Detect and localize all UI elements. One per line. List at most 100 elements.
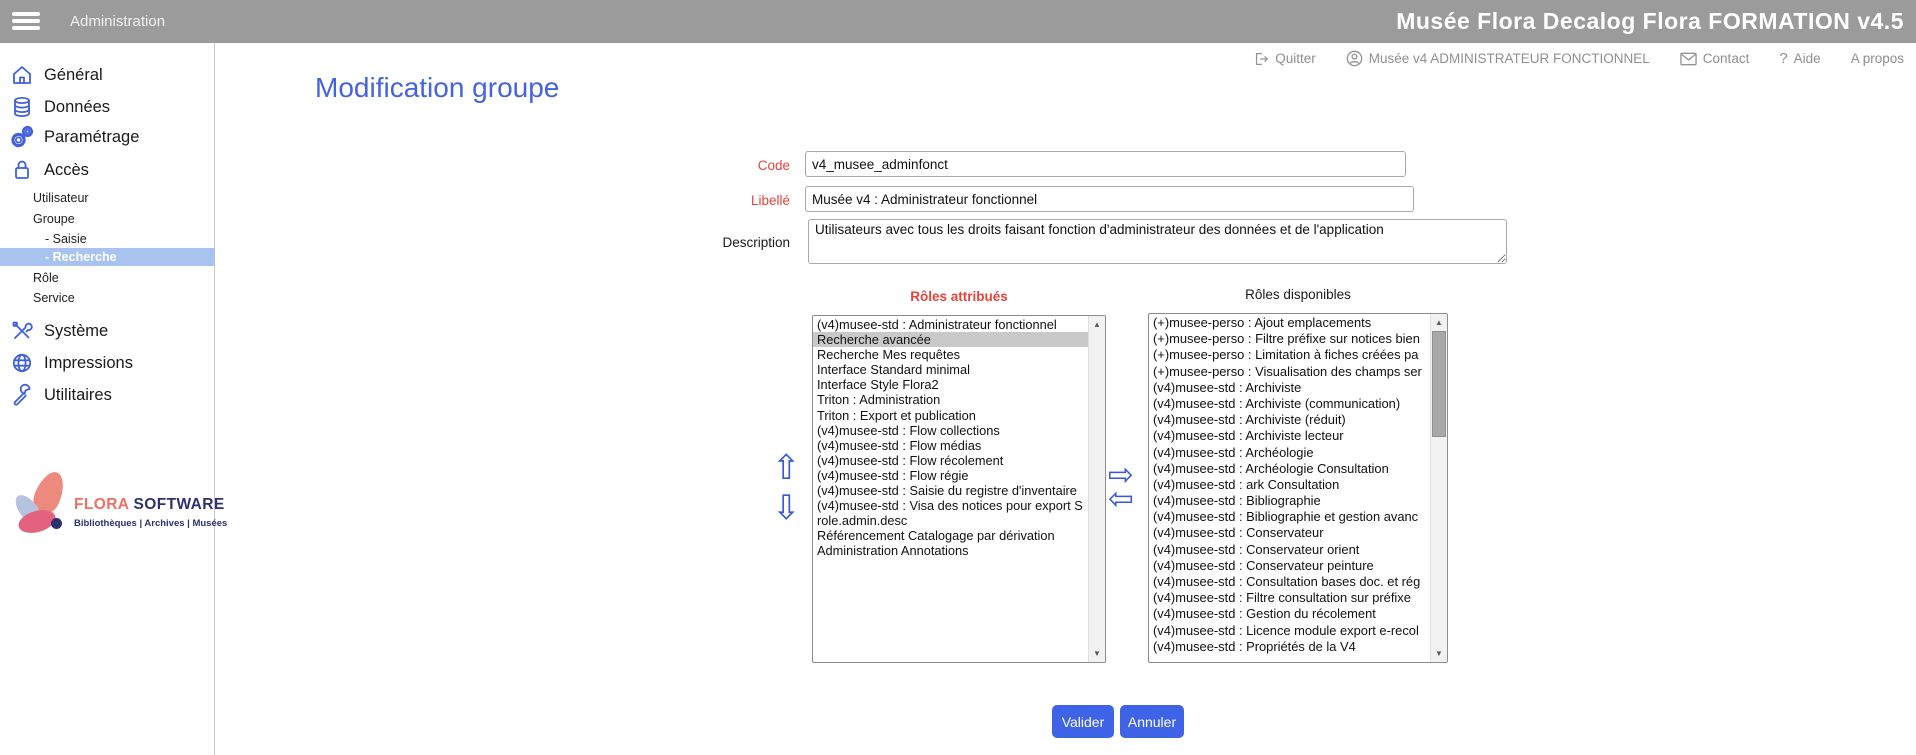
list-item[interactable]: (v4)musee-std : Visa des notices pour ex… — [813, 498, 1088, 513]
annuler-button[interactable]: Annuler — [1120, 705, 1184, 738]
available-scrollbar[interactable]: ▲ ▼ — [1430, 314, 1447, 662]
exit-icon — [1253, 51, 1269, 67]
remove-role-arrow[interactable]: ⇦ — [1108, 483, 1134, 514]
about-button[interactable]: A propos — [1851, 51, 1904, 66]
list-item[interactable]: role.admin.desc — [813, 513, 1088, 528]
scroll-down-icon[interactable]: ▼ — [1089, 645, 1105, 662]
description-label: Description — [660, 235, 790, 250]
list-item[interactable]: Triton : Administration — [813, 392, 1088, 407]
scroll-up-icon[interactable]: ▲ — [1431, 314, 1447, 331]
list-item[interactable]: (v4)musee-std : Conservateur — [1149, 525, 1430, 541]
contact-label: Contact — [1703, 51, 1750, 66]
list-item[interactable]: (v4)musee-std : Conservateur orient — [1149, 542, 1430, 558]
logo-tagline: Bibliothèques | Archives | Musées — [74, 518, 227, 529]
user-circle-icon — [1346, 50, 1363, 67]
list-item[interactable]: (v4)musee-std : Saisie du registre d'inv… — [813, 483, 1088, 498]
envelope-icon — [1680, 52, 1697, 66]
list-item[interactable]: (v4)musee-std : Propriétés de la V4 — [1149, 639, 1430, 655]
list-item[interactable]: Recherche Mes requêtes — [813, 347, 1088, 362]
list-item[interactable]: (v4)musee-std : Flow médias — [813, 438, 1088, 453]
sidebar-item-groupe[interactable]: Groupe — [0, 210, 215, 228]
attributed-roles-listbox: (v4)musee-std : Administrateur fonctionn… — [812, 315, 1106, 663]
sidebar-item-donnees[interactable]: Données — [0, 94, 215, 120]
list-item[interactable]: (v4)musee-std : Consultation bases doc. … — [1149, 574, 1430, 590]
scroll-down-icon[interactable]: ▼ — [1431, 645, 1447, 662]
valider-button[interactable]: Valider — [1052, 705, 1114, 738]
attributed-roles-list: (v4)musee-std : Administrateur fonctionn… — [813, 317, 1088, 662]
administration-window: Administration Musée Flora Decalog Flora… — [0, 0, 1916, 755]
current-user[interactable]: Musée v4 ADMINISTRATEUR FONCTIONNEL — [1346, 50, 1650, 67]
list-item[interactable]: (v4)musee-std : Administrateur fonctionn… — [813, 317, 1088, 332]
question-icon: ? — [1779, 50, 1787, 67]
list-item[interactable]: (+)musee-perso : Limitation à fiches cré… — [1149, 347, 1430, 363]
code-label: Code — [660, 158, 790, 173]
list-item[interactable]: (v4)musee-std : ark Consultation — [1149, 477, 1430, 493]
sidebar-item-label: Impressions — [44, 354, 133, 373]
list-item[interactable]: (v4)musee-std : Conservateur peinture — [1149, 558, 1430, 574]
quit-button[interactable]: Quitter — [1253, 51, 1316, 67]
list-item[interactable]: (+)musee-perso : Ajout emplacements — [1149, 315, 1430, 331]
sidebar-item-groupe-recherche[interactable]: - Recherche — [0, 248, 215, 266]
scroll-up-icon[interactable]: ▲ — [1089, 316, 1105, 333]
help-button[interactable]: ? Aide — [1779, 50, 1820, 67]
sidebar-item-label: Données — [44, 98, 110, 117]
sidebar-item-parametrage[interactable]: Paramétrage — [0, 124, 215, 150]
list-item[interactable]: (v4)musee-std : Archéologie — [1149, 445, 1430, 461]
libelle-input[interactable] — [805, 186, 1414, 212]
globe-icon — [10, 351, 34, 375]
list-item[interactable]: (+)musee-perso : Filtre préfixe sur noti… — [1149, 331, 1430, 347]
description-textarea[interactable]: Utilisateurs avec tous les droits faisan… — [808, 219, 1507, 264]
list-item[interactable]: (v4)musee-std : Archiviste (réduit) — [1149, 412, 1430, 428]
page-title: Modification groupe — [315, 72, 559, 104]
home-icon — [10, 63, 34, 87]
list-item[interactable]: Interface Standard minimal — [813, 362, 1088, 377]
list-item[interactable]: (+)musee-perso : Visualisation des champ… — [1149, 364, 1430, 380]
quit-label: Quitter — [1275, 51, 1316, 66]
sidebar-item-impressions[interactable]: Impressions — [0, 350, 215, 376]
contact-button[interactable]: Contact — [1680, 51, 1750, 66]
module-label: Administration — [70, 0, 165, 43]
sidebar-item-systeme[interactable]: Système — [0, 318, 215, 344]
flora-software-logo: FLORA SOFTWARE Bibliothèques | Archives … — [14, 467, 209, 547]
list-item[interactable]: Triton : Export et publication — [813, 408, 1088, 423]
list-item[interactable]: Interface Style Flora2 — [813, 377, 1088, 392]
sidebar: Général Données Paramétrage Accès Utilis… — [0, 43, 215, 755]
sidebar-item-label: Utilitaires — [44, 386, 112, 405]
list-item[interactable]: (v4)musee-std : Bibliographie — [1149, 493, 1430, 509]
sidebar-item-role[interactable]: Rôle — [0, 269, 215, 287]
available-roles-listbox: (+)musee-perso : Ajout emplacements(+)mu… — [1148, 313, 1448, 663]
scrollbar-thumb[interactable] — [1432, 331, 1446, 437]
list-item[interactable]: (v4)musee-std : Flow collections — [813, 423, 1088, 438]
list-item[interactable]: Recherche avancée — [813, 332, 1088, 347]
list-item[interactable]: (v4)musee-std : Gestion du récolement — [1149, 606, 1430, 622]
available-roles-title: Rôles disponibles — [1148, 287, 1448, 302]
list-item[interactable]: (v4)musee-std : Filtre consultation sur … — [1149, 590, 1430, 606]
list-item[interactable]: (v4)musee-std : Archiviste (communicatio… — [1149, 396, 1430, 412]
sidebar-item-utilisateur[interactable]: Utilisateur — [0, 189, 215, 207]
move-down-arrow[interactable]: ⇩ — [772, 491, 801, 525]
attributed-scrollbar[interactable]: ▲ ▼ — [1088, 316, 1105, 662]
list-item[interactable]: (v4)musee-std : Archéologie Consultation — [1149, 461, 1430, 477]
attributed-roles-title: Rôles attribués — [812, 289, 1106, 304]
list-item[interactable]: (v4)musee-std : Archiviste lecteur — [1149, 428, 1430, 444]
lock-icon — [10, 158, 34, 182]
list-item[interactable]: (v4)musee-std : Bibliographie et gestion… — [1149, 509, 1430, 525]
sidebar-item-general[interactable]: Général — [0, 62, 215, 88]
sidebar-item-groupe-saisie[interactable]: - Saisie — [0, 230, 215, 248]
code-input[interactable] — [805, 151, 1406, 177]
list-item[interactable]: Référencement Catalogage par dérivation — [813, 528, 1088, 543]
hamburger-menu-icon[interactable] — [12, 9, 42, 34]
sidebar-subitem-label: Rôle — [0, 269, 215, 287]
sidebar-item-acces[interactable]: Accès — [0, 157, 215, 183]
session-toolbar: Quitter Musée v4 ADMINISTRATEUR FONCTION… — [216, 43, 1916, 74]
sidebar-item-utilitaires[interactable]: Utilitaires — [0, 382, 215, 408]
list-item[interactable]: (v4)musee-std : Archiviste — [1149, 380, 1430, 396]
gears-icon — [10, 125, 34, 149]
move-up-arrow[interactable]: ⇧ — [772, 451, 801, 485]
list-item[interactable]: (v4)musee-std : Flow récolement — [813, 453, 1088, 468]
sidebar-item-service[interactable]: Service — [0, 289, 215, 307]
list-item[interactable]: (v4)musee-std : Licence module export e-… — [1149, 623, 1430, 639]
list-item[interactable]: Administration Annotations — [813, 543, 1088, 558]
top-bar: Administration Musée Flora Decalog Flora… — [0, 0, 1916, 43]
list-item[interactable]: (v4)musee-std : Flow régie — [813, 468, 1088, 483]
